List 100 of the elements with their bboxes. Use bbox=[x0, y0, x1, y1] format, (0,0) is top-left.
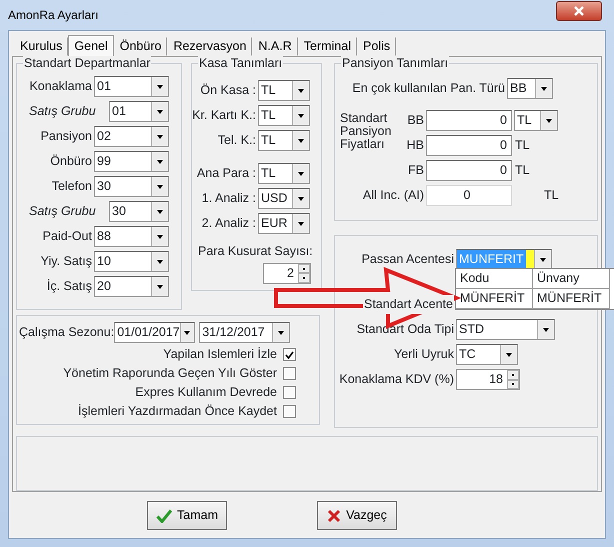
field-label: Telefon bbox=[50, 178, 93, 196]
field-label: BB bbox=[406, 112, 425, 130]
dropdown-button[interactable] bbox=[151, 202, 168, 221]
caret-icon bbox=[157, 210, 163, 214]
dropdown[interactable]: 30 bbox=[109, 201, 169, 222]
checkbox[interactable] bbox=[283, 386, 296, 399]
dropdown-button[interactable] bbox=[537, 320, 554, 339]
dropdown[interactable]: 99 bbox=[94, 151, 169, 172]
caret-icon bbox=[157, 234, 163, 238]
spin-down-button[interactable] bbox=[298, 273, 310, 283]
text-field[interactable]: 0 bbox=[426, 135, 512, 156]
checkbox-label: Expres Kullanım Devrede bbox=[135, 384, 278, 402]
field-label: Paid-Out bbox=[42, 228, 93, 246]
dropdown-button[interactable] bbox=[272, 323, 290, 342]
dropdown[interactable]: TL bbox=[258, 163, 310, 184]
list-cell[interactable]: MÜNFERİT bbox=[533, 289, 610, 309]
dropdown[interactable]: USD bbox=[258, 188, 310, 209]
text-field[interactable]: 0 bbox=[426, 160, 512, 181]
dropdown-button[interactable] bbox=[151, 102, 168, 121]
list-cell[interactable]: MÜNFERİT bbox=[456, 289, 533, 309]
field-label: Standart Oda Tipi bbox=[356, 321, 455, 338]
field-label: Standart Acente bbox=[363, 295, 454, 314]
dropdown[interactable]: 88 bbox=[94, 226, 169, 247]
dropdown-button[interactable] bbox=[292, 131, 309, 150]
spin-up-button[interactable] bbox=[507, 370, 519, 380]
dropdown-button[interactable] bbox=[292, 189, 309, 208]
dropdown-button[interactable] bbox=[534, 250, 551, 269]
text-field[interactable]: 0 bbox=[426, 185, 512, 206]
dropdown-button[interactable] bbox=[180, 323, 194, 342]
field-label: Ön Kasa : bbox=[199, 82, 257, 100]
field-label: Pansiyon bbox=[40, 128, 93, 146]
dropdown-button[interactable] bbox=[292, 214, 309, 233]
checkbox[interactable] bbox=[283, 405, 296, 418]
field-label: Kr. Kartı K.: bbox=[192, 107, 257, 124]
dropdown-button[interactable] bbox=[151, 277, 168, 296]
column-header: Kodu bbox=[456, 269, 533, 289]
checkbox[interactable] bbox=[283, 348, 296, 361]
dropdown[interactable]: 31/12/2017 bbox=[199, 322, 290, 343]
dropdown[interactable]: BB bbox=[507, 78, 553, 99]
group-title: Standart Departmanlar bbox=[23, 56, 152, 70]
caret-icon bbox=[298, 172, 304, 176]
spin-box[interactable]: 2 bbox=[263, 262, 311, 284]
dropdown[interactable]: 01 bbox=[94, 76, 169, 97]
checkbox-label: İşlemleri Yazdırmadan Önce Kaydet bbox=[78, 403, 278, 420]
dropdown-button[interactable] bbox=[151, 77, 168, 96]
text-field[interactable]: 0 bbox=[426, 110, 512, 131]
dropdown-button[interactable] bbox=[292, 81, 309, 100]
field-label: Ana Para : bbox=[196, 165, 257, 182]
dropdown[interactable]: STD bbox=[456, 319, 555, 340]
dropdown-button[interactable] bbox=[151, 252, 168, 271]
caret-icon bbox=[157, 160, 163, 164]
field-label: Önbüro bbox=[49, 153, 93, 170]
field-label: İç. Satış bbox=[46, 278, 93, 296]
field-label: HB bbox=[406, 137, 425, 154]
caret-icon bbox=[298, 88, 304, 92]
dropdown[interactable]: TL bbox=[258, 80, 310, 101]
group-title: Pansiyon Tanımları bbox=[341, 56, 450, 70]
field-label: Passan Acentesi bbox=[360, 251, 455, 268]
dropdown[interactable]: TL bbox=[258, 130, 310, 151]
checkbox-label: Yönetim Raporunda Geçen Yılı Göster bbox=[63, 365, 278, 382]
field-label: Satış Grubu bbox=[28, 103, 97, 120]
dropdown[interactable]: 30 bbox=[94, 176, 169, 197]
field-label: All Inc. (AI) bbox=[362, 187, 425, 204]
dropdown-button[interactable] bbox=[535, 79, 552, 98]
dialog-button[interactable]: Tamam bbox=[147, 501, 227, 530]
caret-icon bbox=[298, 138, 304, 142]
spin-box[interactable]: 18 bbox=[456, 369, 520, 390]
caret-icon bbox=[298, 222, 304, 226]
caret-icon bbox=[541, 86, 547, 90]
dropdown[interactable]: 02 bbox=[94, 126, 169, 147]
checkbox[interactable] bbox=[283, 367, 296, 380]
close-button[interactable] bbox=[556, 1, 602, 21]
dropdown[interactable]: TL bbox=[258, 105, 310, 126]
caret-icon bbox=[157, 284, 163, 288]
dropdown[interactable]: EUR bbox=[258, 213, 310, 234]
dropdown[interactable]: TC bbox=[456, 344, 518, 365]
dropdown-button[interactable] bbox=[292, 164, 309, 183]
dropdown-button[interactable] bbox=[540, 111, 557, 130]
field-label: Tel. K.: bbox=[216, 132, 257, 150]
dialog-button[interactable]: Vazgeç bbox=[317, 501, 397, 530]
dropdown[interactable]: 01/01/2017 bbox=[114, 322, 196, 343]
dropdown[interactable]: 20 bbox=[94, 276, 169, 297]
dropdown[interactable]: 01 bbox=[109, 101, 169, 122]
group-title: Kasa Tanımları bbox=[198, 56, 284, 70]
dropdown[interactable]: TL bbox=[514, 110, 558, 131]
caret-icon bbox=[278, 330, 284, 334]
dropdown-button[interactable] bbox=[151, 227, 168, 246]
caret-icon bbox=[543, 328, 549, 332]
column-header: Ünvany bbox=[533, 269, 610, 289]
close-icon bbox=[573, 6, 585, 16]
dropdown-button[interactable] bbox=[500, 345, 517, 364]
dropdown-button[interactable] bbox=[151, 152, 168, 171]
field-label: FB bbox=[407, 162, 425, 180]
dropdown[interactable]: 10 bbox=[94, 251, 169, 272]
dropdown-button[interactable] bbox=[292, 106, 309, 125]
tab[interactable]: Genel bbox=[68, 35, 114, 56]
dropdown-button[interactable] bbox=[151, 177, 168, 196]
dropdown-button[interactable] bbox=[151, 127, 168, 146]
spin-up-button[interactable] bbox=[298, 264, 310, 274]
field-label: TL bbox=[514, 137, 531, 154]
